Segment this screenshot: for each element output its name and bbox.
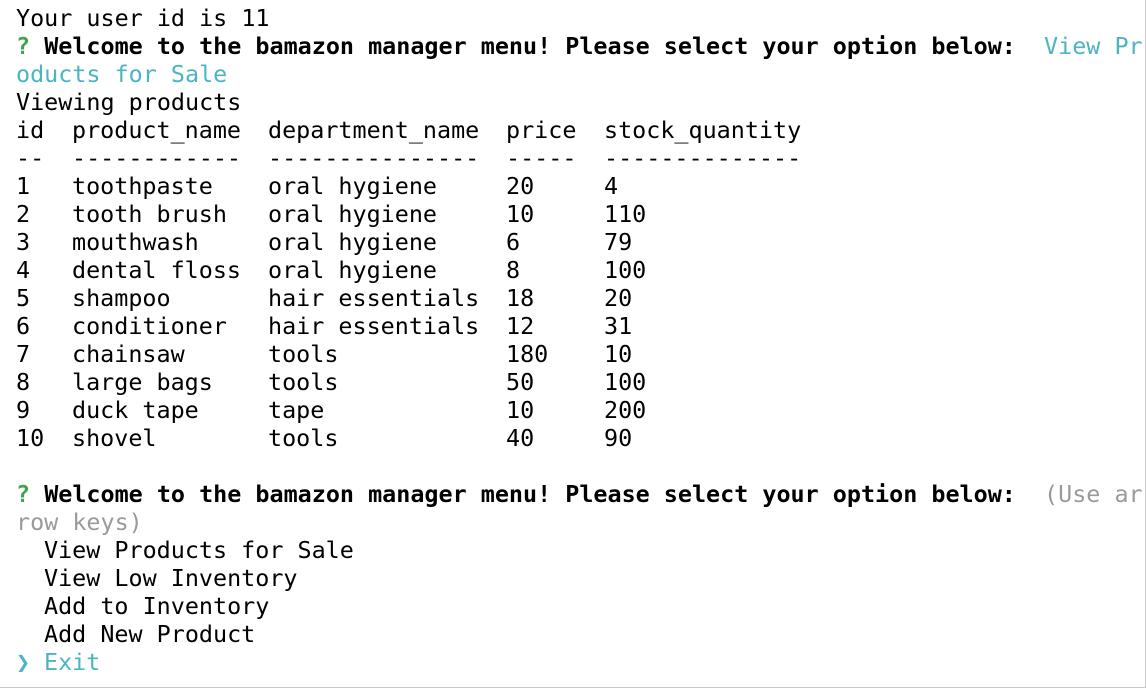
cell-id: 6 bbox=[16, 312, 31, 340]
cell-department-name: tape bbox=[268, 396, 325, 424]
cell-id: 7 bbox=[16, 340, 31, 368]
cell-department-name: oral hygiene bbox=[268, 200, 437, 228]
table-row: 7 chainsaw tools 180 10 bbox=[16, 340, 1116, 368]
status-line: Viewing products bbox=[16, 88, 242, 116]
table-row: 6 conditioner hair essentials 12 31 bbox=[16, 312, 1116, 340]
cell-department-name: tools bbox=[268, 340, 339, 368]
cell-department-name: hair essentials bbox=[268, 284, 480, 312]
separator-stock-quantity: -------------- bbox=[604, 144, 802, 172]
cell-stock-quantity: 100 bbox=[604, 368, 647, 396]
cell-stock-quantity: 100 bbox=[604, 256, 647, 284]
header-price: price bbox=[506, 116, 577, 144]
cell-product-name: toothpaste bbox=[72, 172, 213, 200]
cell-price: 10 bbox=[506, 200, 535, 228]
prompt-2-hint-end: row keys) bbox=[16, 508, 143, 536]
table-row: 8 large bags tools 50 100 bbox=[16, 368, 1116, 396]
cell-stock-quantity: 20 bbox=[604, 284, 633, 312]
prompt-2: ? Welcome to the bamazon manager menu! P… bbox=[16, 480, 1143, 508]
cell-id: 8 bbox=[16, 368, 31, 396]
header-id: id bbox=[16, 116, 45, 144]
cell-price: 20 bbox=[506, 172, 535, 200]
prompt-1-answer-start: View Pr bbox=[1044, 32, 1143, 60]
cell-price: 12 bbox=[506, 312, 535, 340]
cell-product-name: conditioner bbox=[72, 312, 227, 340]
cell-id: 1 bbox=[16, 172, 31, 200]
terminal-window[interactable]: Your user id is 11 ? Welcome to the bama… bbox=[0, 0, 1146, 688]
prompt-1-answer-end: oducts for Sale bbox=[16, 60, 228, 88]
cell-department-name: tools bbox=[268, 368, 339, 396]
cell-product-name: tooth brush bbox=[72, 200, 227, 228]
header-department-name: department_name bbox=[268, 116, 480, 144]
cell-product-name: chainsaw bbox=[72, 340, 185, 368]
cell-department-name: oral hygiene bbox=[268, 228, 437, 256]
prompt-1: ? Welcome to the bamazon manager menu! P… bbox=[16, 32, 1143, 60]
cell-id: 2 bbox=[16, 200, 31, 228]
cell-department-name: oral hygiene bbox=[268, 256, 437, 284]
cell-id: 3 bbox=[16, 228, 31, 256]
table-header: id product_name department_name price st… bbox=[16, 116, 1116, 144]
table-row: 3 mouthwash oral hygiene 6 79 bbox=[16, 228, 1116, 256]
cell-price: 10 bbox=[506, 396, 535, 424]
table-row: 5 shampoo hair essentials 18 20 bbox=[16, 284, 1116, 312]
menu-option-exit[interactable]: Exit bbox=[44, 648, 100, 676]
cell-department-name: hair essentials bbox=[268, 312, 480, 340]
separator-department-name: --------------- bbox=[268, 144, 480, 172]
cell-stock-quantity: 90 bbox=[604, 424, 633, 452]
cell-price: 8 bbox=[506, 256, 521, 284]
cell-department-name: oral hygiene bbox=[268, 172, 437, 200]
header-product-name: product_name bbox=[72, 116, 241, 144]
table-row: 2 tooth brush oral hygiene 10 110 bbox=[16, 200, 1116, 228]
cell-product-name: duck tape bbox=[72, 396, 199, 424]
cell-price: 40 bbox=[506, 424, 535, 452]
cell-stock-quantity: 10 bbox=[604, 340, 633, 368]
prompt-1-question: Welcome to the bamazon manager menu! Ple… bbox=[44, 32, 1016, 60]
cell-id: 9 bbox=[16, 396, 31, 424]
selection-pointer-icon: ❯ bbox=[16, 648, 31, 676]
cell-product-name: dental floss bbox=[72, 256, 241, 284]
cell-price: 6 bbox=[506, 228, 521, 256]
cell-stock-quantity: 110 bbox=[604, 200, 647, 228]
separator-price: ----- bbox=[506, 144, 577, 172]
cell-product-name: large bags bbox=[72, 368, 213, 396]
separator-id: -- bbox=[16, 144, 45, 172]
cell-department-name: tools bbox=[268, 424, 339, 452]
header-stock-quantity: stock_quantity bbox=[604, 116, 802, 144]
prompt-2-question: Welcome to the bamazon manager menu! Ple… bbox=[44, 480, 1016, 508]
question-mark-icon: ? bbox=[16, 480, 31, 508]
table-row: 1 toothpaste oral hygiene 20 4 bbox=[16, 172, 1116, 200]
question-mark-icon: ? bbox=[16, 32, 31, 60]
cell-price: 18 bbox=[506, 284, 535, 312]
user-id-line: Your user id is 11 bbox=[16, 4, 270, 32]
cell-price: 50 bbox=[506, 368, 535, 396]
cell-product-name: shovel bbox=[72, 424, 157, 452]
cell-id: 10 bbox=[16, 424, 45, 452]
table-row: 9 duck tape tape 10 200 bbox=[16, 396, 1116, 424]
menu-option-add-to-inventory[interactable]: Add to Inventory bbox=[44, 592, 269, 620]
prompt-2-hint-start: (Use ar bbox=[1044, 480, 1143, 508]
menu-option-add-new-product[interactable]: Add New Product bbox=[44, 620, 255, 648]
table-row: 4 dental floss oral hygiene 8 100 bbox=[16, 256, 1116, 284]
cell-stock-quantity: 79 bbox=[604, 228, 633, 256]
cell-price: 180 bbox=[506, 340, 549, 368]
menu-option-view-products[interactable]: View Products for Sale bbox=[44, 536, 354, 564]
cell-stock-quantity: 200 bbox=[604, 396, 647, 424]
cell-id: 5 bbox=[16, 284, 31, 312]
menu-option-view-low-inventory[interactable]: View Low Inventory bbox=[44, 564, 297, 592]
cell-product-name: shampoo bbox=[72, 284, 171, 312]
cell-stock-quantity: 31 bbox=[604, 312, 633, 340]
cell-stock-quantity: 4 bbox=[604, 172, 619, 200]
cell-product-name: mouthwash bbox=[72, 228, 199, 256]
table-row: 10 shovel tools 40 90 bbox=[16, 424, 1116, 452]
table-separator: -- ------------ --------------- ----- --… bbox=[16, 144, 1116, 172]
separator-product-name: ------------ bbox=[72, 144, 241, 172]
cell-id: 4 bbox=[16, 256, 31, 284]
